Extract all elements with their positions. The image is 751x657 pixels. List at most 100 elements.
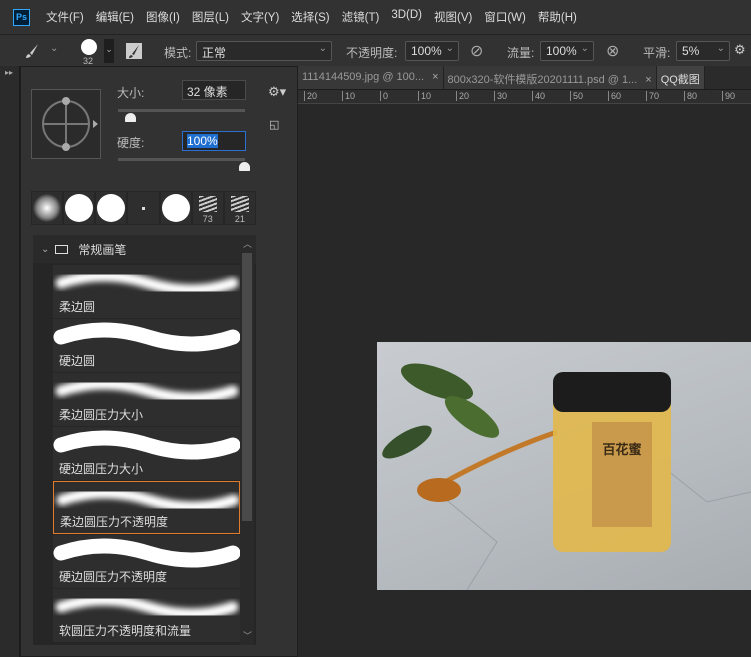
horizontal-ruler: 20 10 0 10 20 30 40 50 60 70 80 90 <box>298 90 751 104</box>
hardness-input[interactable]: 100% <box>182 131 246 151</box>
opacity-input[interactable]: 100% ⌄ <box>405 41 459 61</box>
preset-brush-dot[interactable] <box>128 192 159 224</box>
pressure-opacity-icon[interactable]: ⊘ <box>470 41 483 61</box>
tab-label: QQ截图 <box>660 74 700 86</box>
brush-name: 柔边圆压力不透明度 <box>60 515 169 529</box>
ruler-tick: 70 <box>646 91 659 101</box>
brush-name: 硬边圆压力大小 <box>59 462 144 476</box>
menu-item[interactable]: 选择(S) <box>291 9 329 25</box>
brush-name: 软圆压力不透明度和流量 <box>59 624 192 638</box>
preset-brush-hard[interactable] <box>64 192 95 224</box>
brush-list: ⌄ 常规画笔 柔边圆硬边圆柔边圆压力大小硬边圆压力大小柔边圆压力不透明度硬边圆压… <box>33 235 256 645</box>
menu-list: 文件(F) 编辑(E) 图像(I) 图层(L) 文字(Y) 选择(S) 滤镜(T) 3D(D)… <box>46 9 589 25</box>
menu-item[interactable]: 文字(Y) <box>241 9 279 25</box>
brush-preset-item[interactable]: 软圆压力不透明度和流量 <box>53 589 240 642</box>
brush-stroke-preview <box>55 378 239 404</box>
mode-value: 正常 <box>202 46 227 60</box>
document-tab[interactable]: 1114144509.jpg @ 100... × <box>298 66 444 89</box>
ruler-tick: 0 <box>380 91 388 101</box>
menu-item[interactable]: 视图(V) <box>434 9 472 25</box>
preset-count: 21 <box>234 214 245 224</box>
brush-tool-icon[interactable] <box>24 43 40 59</box>
gear-icon[interactable]: ⚙ <box>734 42 746 58</box>
brush-group-header[interactable]: ⌄ 常规画笔 <box>33 235 256 263</box>
ruler-tick: 80 <box>684 91 697 101</box>
ruler-tick: 90 <box>722 91 735 101</box>
chevron-down-icon: ⌄ <box>41 243 50 255</box>
brush-stroke-preview <box>53 538 240 568</box>
scroll-up-icon[interactable]: ︿ <box>243 237 252 250</box>
gear-menu-icon[interactable]: ⚙▾ <box>268 84 286 100</box>
close-icon[interactable]: × <box>645 74 651 86</box>
brush-preset-item[interactable]: 硬边圆压力大小 <box>53 427 240 480</box>
menu-item[interactable]: 窗口(W) <box>484 9 526 25</box>
size-label: 大小: <box>117 86 145 100</box>
brush-size-readout: 32 <box>83 56 94 66</box>
ruler-tick: 10 <box>418 91 431 101</box>
ruler-tick: 10 <box>342 91 355 101</box>
brush-settings-panel-icon[interactable] <box>126 43 142 59</box>
brush-picker-dropdown[interactable]: ⌄ <box>104 39 114 63</box>
ruler-tick: 30 <box>494 91 507 101</box>
menu-item[interactable]: 图像(I) <box>146 9 180 25</box>
brush-angle-roundness-control[interactable] <box>31 89 101 159</box>
preset-brush-hard[interactable] <box>96 192 127 224</box>
smoothing-input[interactable]: 5% ⌄ <box>676 41 730 61</box>
chevron-down-icon: ⌄ <box>580 43 589 54</box>
canvas-image: 百花蜜 <box>377 342 751 591</box>
chevron-down-icon: ⌄ <box>716 43 725 54</box>
preset-brush-soft[interactable] <box>32 192 63 224</box>
flow-input[interactable]: 100% ⌄ <box>540 41 594 61</box>
brush-stroke-preview <box>53 322 240 352</box>
menu-item[interactable]: 编辑(E) <box>96 9 134 25</box>
size-slider-handle[interactable] <box>124 113 136 122</box>
hardness-slider[interactable] <box>118 158 245 161</box>
close-icon[interactable]: × <box>432 71 438 83</box>
menu-item[interactable]: 帮助(H) <box>538 9 577 25</box>
brush-preset-item[interactable]: 柔边圆压力大小 <box>53 373 240 426</box>
group-name: 常规画笔 <box>78 242 127 257</box>
scrollbar[interactable]: ︿ ﹀ <box>240 235 254 645</box>
document-tab[interactable]: 800x320-软件模版20201111.psd @ 1... × <box>443 66 657 89</box>
size-input[interactable]: 32 像素 <box>182 80 246 100</box>
menu-item[interactable]: 图层(L) <box>192 9 229 25</box>
preset-brush-hard[interactable] <box>160 192 191 224</box>
photoshop-logo: Ps <box>13 8 30 26</box>
airbrush-icon[interactable]: ⊗ <box>606 41 619 61</box>
brush-preset-item[interactable]: 硬边圆压力不透明度 <box>53 535 240 588</box>
ruler-tick: 40 <box>532 91 545 101</box>
mode-select[interactable]: 正常 ⌄ <box>196 41 332 61</box>
document-tab[interactable]: QQ截图 <box>656 66 705 89</box>
flow-value: 100% <box>546 44 577 58</box>
folder-icon <box>55 244 69 254</box>
menu-item[interactable]: 3D(D) <box>391 9 422 25</box>
flow-label: 流量: <box>507 46 535 60</box>
recent-brushes: 73 21 <box>31 191 256 225</box>
menu-item[interactable]: 文件(F) <box>46 9 84 25</box>
preset-brush-texture2[interactable]: 21 <box>224 192 255 224</box>
preset-brush-texture[interactable]: 73 <box>192 192 223 224</box>
brush-preset-item[interactable]: 柔边圆压力不透明度 <box>53 481 240 534</box>
menu-item[interactable]: 滤镜(T) <box>342 9 380 25</box>
brush-preset-picker: 大小: 32 像素 硬度: 100% ⚙▾ ◱ 73 21 ⌄ 常规画笔 柔边圆硬… <box>20 66 298 657</box>
tool-preset-chevron-icon[interactable]: ⌄ <box>50 43 58 54</box>
expand-icon[interactable]: ▸▸ <box>5 68 13 77</box>
smoothing-label: 平滑: <box>643 46 671 60</box>
brush-stroke-preview <box>53 430 240 460</box>
brush-name: 硬边圆 <box>59 354 96 368</box>
size-slider[interactable] <box>118 109 245 112</box>
scroll-down-icon[interactable]: ﹀ <box>243 629 252 642</box>
chevron-down-icon: ⌄ <box>318 43 327 54</box>
brush-preview-icon[interactable] <box>81 39 97 55</box>
brush-preset-item[interactable]: 柔边圆 <box>53 265 240 318</box>
smoothing-value: 5% <box>682 44 700 58</box>
jar-label-text: 百花蜜 <box>602 442 641 457</box>
brush-stroke-preview <box>55 270 239 296</box>
tab-label: 800x320-软件模版20201111.psd @ 1... <box>447 74 638 86</box>
hardness-slider-handle[interactable] <box>239 162 250 171</box>
new-preset-icon[interactable]: ◱ <box>269 118 279 131</box>
brush-preset-item[interactable]: 硬边圆 <box>53 319 240 372</box>
toolbar-strip: ▸▸ <box>0 66 20 657</box>
scrollbar-thumb[interactable] <box>242 253 252 521</box>
brush-stroke-preview <box>55 594 239 620</box>
